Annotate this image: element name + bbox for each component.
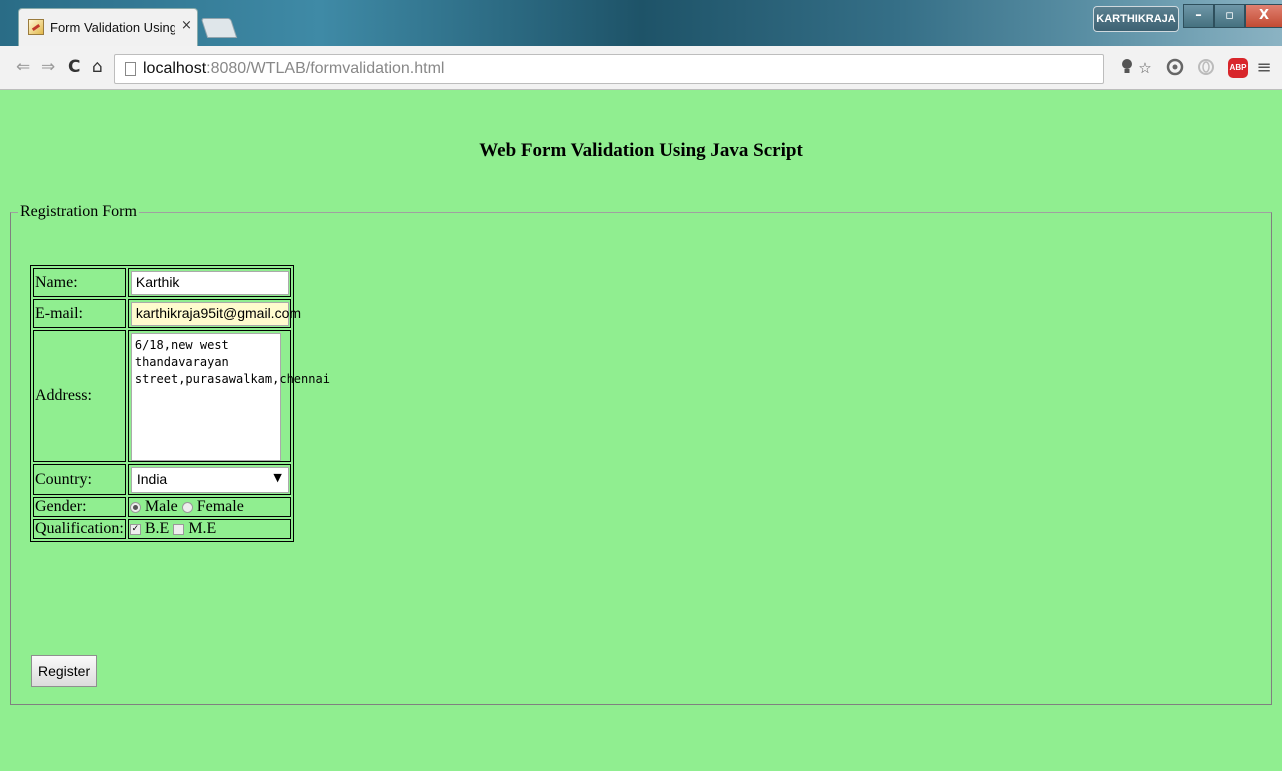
qual-me-label: M.E [188, 520, 217, 537]
registration-table: Name: Karthik E-mail: karthikraja95it@gm… [30, 265, 330, 542]
address-cell: 6/18,new west thandavarayan street,puras… [127, 330, 330, 462]
gender-male-label: Male [144, 498, 178, 515]
qualification-label: Qualification: [33, 519, 126, 539]
qual-be-label: B.E [144, 520, 170, 537]
email-cell: karthikraja95it@gmail.com [127, 299, 301, 328]
window-controls: – ▫ X [1183, 4, 1282, 32]
gender-label: Gender: [33, 497, 126, 517]
country-cell: India ▼ [127, 464, 291, 495]
country-label: Country: [33, 464, 126, 495]
table-row: Address: 6/18,new west thandavarayan str… [33, 330, 330, 462]
qualification-cell: ✓ B.E M.E [127, 519, 291, 539]
back-arrow-icon[interactable]: ⇐ [16, 57, 30, 77]
address-bar[interactable]: localhost:8080/WTLAB/formvalidation.html [114, 54, 1104, 84]
browser-tab[interactable]: Form Validation Using Jav × [18, 8, 198, 46]
minimize-button[interactable]: – [1183, 4, 1214, 28]
email-label: E-mail: [33, 299, 126, 328]
maximize-button[interactable]: ▫ [1214, 4, 1245, 28]
url-text: localhost:8080/WTLAB/formvalidation.html [143, 60, 445, 77]
table-row: E-mail: karthikraja95it@gmail.com [33, 299, 301, 328]
registration-legend: Registration Form [20, 203, 137, 220]
dropdown-arrow-icon: ▼ [273, 471, 282, 484]
table-row: Country: India ▼ [33, 464, 291, 495]
tab-close-icon[interactable]: × [181, 18, 192, 33]
gender-cell: Male Female [127, 497, 291, 517]
browser-title-bar: Form Validation Using Jav × KARTHIKRAJA … [0, 0, 1282, 46]
email-input[interactable]: karthikraja95it@gmail.com [130, 302, 301, 326]
qual-me-checkbox[interactable] [173, 523, 185, 535]
bulb-icon[interactable] [1117, 58, 1137, 78]
home-icon[interactable]: ⌂ [92, 57, 103, 77]
page-title: Web Form Validation Using Java Script [479, 140, 803, 161]
name-label: Name: [33, 268, 126, 297]
menu-icon[interactable]: ≡ [1254, 58, 1274, 78]
table-row: Qualification: ✓ B.E M.E [33, 519, 291, 539]
table-row: Name: Karthik [33, 268, 291, 297]
address-textarea[interactable]: 6/18,new west thandavarayan street,puras… [130, 333, 330, 461]
extension-icon[interactable] [1165, 58, 1185, 78]
reload-icon[interactable]: C [68, 57, 80, 77]
qual-be-checkbox[interactable]: ✓ [129, 523, 141, 535]
register-button[interactable]: Register [31, 655, 98, 687]
tab-title: Form Validation Using Jav [50, 20, 175, 35]
gender-female-label: Female [196, 498, 244, 515]
address-label: Address: [33, 330, 126, 462]
gender-female-radio[interactable] [181, 501, 193, 513]
favicon-icon [28, 19, 44, 35]
close-window-button[interactable]: X [1245, 4, 1282, 28]
country-select[interactable]: India ▼ [130, 467, 289, 493]
profile-button[interactable]: KARTHIKRAJA [1093, 6, 1179, 32]
country-selected-value: India [136, 471, 168, 487]
gender-male-radio[interactable] [129, 501, 141, 513]
star-icon[interactable]: ☆ [1135, 58, 1155, 78]
name-cell: Karthik [127, 268, 291, 297]
forward-arrow-icon[interactable]: ⇒ [41, 57, 55, 77]
page-icon [125, 62, 136, 76]
opera-icon[interactable] [1196, 58, 1216, 78]
adblock-icon[interactable]: ABP [1228, 58, 1248, 78]
browser-toolbar: ⇐ ⇒ C ⌂ localhost:8080/WTLAB/formvalidat… [0, 46, 1282, 90]
new-tab-button[interactable] [200, 18, 238, 38]
table-row: Gender: Male Female [33, 497, 291, 517]
name-input[interactable]: Karthik [130, 271, 289, 295]
